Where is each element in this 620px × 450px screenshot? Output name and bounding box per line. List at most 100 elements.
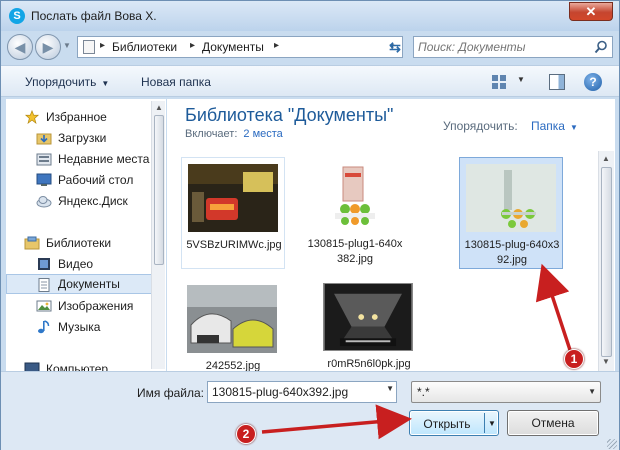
nav-item-recent-places[interactable]: Недавние места — [6, 149, 152, 169]
scroll-down-icon[interactable]: ▼ — [602, 357, 610, 366]
nav-item-favorites[interactable]: Избранное — [6, 107, 152, 127]
file-tile[interactable]: 130815-plug1-640x382.jpg — [303, 157, 407, 269]
new-folder-button[interactable]: Новая папка — [141, 75, 211, 89]
recent-places-icon — [36, 153, 52, 166]
nav-item-computer[interactable]: Компьютер — [6, 359, 152, 371]
nav-item-label: Недавние места — [58, 152, 150, 166]
address-bar[interactable]: ▸ Библиотеки ▸ Документы ▸ ▼ — [77, 36, 403, 58]
nav-item-yandex-disk[interactable]: Яндекс.Диск — [6, 191, 152, 211]
chevron-down-icon: ▼ — [101, 79, 110, 88]
arrange-by-dropdown[interactable]: Папка ▼ — [531, 119, 578, 133]
nav-item-libraries[interactable]: Библиотеки — [6, 233, 152, 253]
arrow-left-icon: ◀ — [14, 39, 26, 55]
navigation-pane: Избранное Загрузки Недавние места Рабочи… — [6, 99, 166, 371]
refresh-button[interactable]: ⇆ — [383, 36, 407, 58]
breadcrumb-separator[interactable]: ▸ — [274, 40, 279, 51]
file-tile[interactable]: 5VSBzURIMWc.jpg — [181, 157, 285, 269]
computer-icon — [24, 362, 40, 371]
refresh-icon: ⇆ — [389, 39, 401, 55]
nav-item-label: Библиотеки — [46, 236, 112, 250]
organize-label: Упорядочить — [25, 75, 97, 89]
back-button[interactable]: ◀ — [7, 34, 33, 60]
organize-button[interactable]: Упорядочить ▼ — [25, 75, 109, 89]
filename-field[interactable]: 130815-plug-640x392.jpg ▼ — [207, 381, 397, 403]
arrange-by-label: Упорядочить: — [443, 119, 518, 133]
chevron-down-icon[interactable]: ▼ — [386, 384, 394, 393]
nav-item-label: Загрузки — [58, 131, 107, 145]
resize-grip[interactable] — [607, 439, 617, 449]
documents-icon — [38, 278, 50, 292]
file-tile[interactable]: 242552.jpg — [181, 279, 285, 371]
forward-button[interactable]: ▶ — [35, 34, 61, 60]
command-toolbar: Упорядочить ▼ Новая папка ▼ ? — [1, 65, 619, 97]
nav-item-documents[interactable]: Документы — [6, 274, 152, 294]
chevron-down-icon: ▼ — [588, 387, 596, 396]
nav-item-desktop[interactable]: Рабочий стол — [6, 170, 152, 190]
close-button[interactable]: ✕ — [569, 2, 613, 21]
chevron-down-icon[interactable]: ▼ — [517, 75, 525, 84]
scrollbar-thumb[interactable] — [601, 167, 612, 357]
file-type-select[interactable]: *.* ▼ — [411, 381, 601, 403]
nav-item-label: Видео — [58, 257, 94, 271]
recent-pages-dropdown[interactable]: ▼ — [63, 41, 71, 50]
dialog-footer: Имя файла: 130815-plug-640x392.jpg ▼ *.*… — [1, 371, 619, 450]
filename-value[interactable]: 130815-plug-640x392.jpg — [212, 385, 348, 399]
split-divider — [484, 413, 485, 433]
image-thumbnail — [188, 164, 278, 232]
preview-pane-icon[interactable] — [549, 74, 565, 90]
nav-item-video[interactable]: Видео — [6, 254, 152, 274]
file-list-scrollbar[interactable]: ▲ ▼ — [598, 151, 614, 371]
arrow-right-icon: ▶ — [42, 39, 54, 55]
downloads-folder-icon — [36, 133, 52, 145]
breadcrumb-separator[interactable]: ▸ — [190, 40, 195, 51]
file-list-area: Библиотека "Документы" Включает: 2 места … — [167, 99, 615, 371]
scroll-up-icon[interactable]: ▲ — [155, 103, 163, 112]
search-input[interactable] — [418, 39, 588, 55]
file-name: r0mR5n6l0pk.jpg — [327, 358, 411, 370]
library-title: Библиотека "Документы" — [185, 105, 394, 125]
image-thumbnail — [323, 283, 413, 351]
nav-item-pictures[interactable]: Изображения — [6, 296, 152, 316]
file-dialog-window: S Послать файл Вова Х. ✕ ◀ ▶ ▼ ▸ Библиот… — [0, 0, 620, 450]
open-button[interactable]: Открыть ▼ — [409, 410, 499, 436]
music-icon — [38, 320, 50, 334]
breadcrumb-libraries[interactable]: Библиотеки — [112, 40, 177, 54]
image-thumbnail — [187, 285, 277, 353]
file-grid: 5VSBzURIMWc.jpg 130815-plug1-640x382.jpg — [167, 151, 597, 371]
pictures-icon — [36, 300, 52, 312]
file-tile-selected[interactable]: 130815-plug-640x392.jpg — [459, 157, 563, 269]
arrange-by-value: Папка — [531, 119, 565, 133]
cloud-icon — [36, 196, 52, 208]
cancel-button[interactable]: Отмена — [507, 410, 599, 436]
breadcrumb-documents[interactable]: Документы — [202, 40, 264, 54]
navigation-bar: ◀ ▶ ▼ ▸ Библиотеки ▸ Документы ▸ ▼ ⇆ — [1, 31, 619, 63]
search-box[interactable] — [413, 36, 613, 58]
breadcrumb-separator[interactable]: ▸ — [100, 40, 105, 51]
library-places-link[interactable]: 2 места — [243, 128, 282, 140]
desktop-icon — [36, 173, 52, 186]
chevron-down-icon: ▼ — [569, 123, 578, 132]
nav-item-label: Музыка — [58, 320, 101, 334]
file-name: 242552.jpg — [205, 360, 261, 371]
file-type-value: *.* — [417, 385, 430, 399]
nav-pane-scrollbar[interactable]: ▲ — [151, 101, 165, 369]
scrollbar-thumb[interactable] — [154, 115, 164, 265]
file-tile[interactable]: r0mR5n6l0pk.jpg — [317, 277, 421, 371]
help-icon[interactable]: ? — [584, 73, 602, 91]
nav-item-downloads[interactable]: Загрузки — [6, 128, 152, 148]
view-options-icon[interactable] — [491, 74, 507, 90]
nav-item-label: Рабочий стол — [58, 173, 134, 187]
includes-label: Включает: — [185, 128, 238, 140]
chevron-down-icon[interactable]: ▼ — [488, 419, 496, 428]
video-icon — [38, 258, 50, 270]
star-icon — [24, 110, 40, 124]
file-name: 5VSBzURIMWc.jpg — [186, 239, 282, 251]
nav-item-label: Яндекс.Диск — [58, 194, 128, 208]
search-icon[interactable] — [594, 40, 608, 54]
image-thumbnail — [466, 164, 556, 232]
filename-label: Имя файла: — [137, 386, 204, 400]
title-bar: S Послать файл Вова Х. ✕ — [1, 1, 619, 31]
scroll-up-icon[interactable]: ▲ — [602, 154, 610, 163]
nav-item-music[interactable]: Музыка — [6, 317, 152, 337]
skype-icon: S — [9, 8, 25, 24]
